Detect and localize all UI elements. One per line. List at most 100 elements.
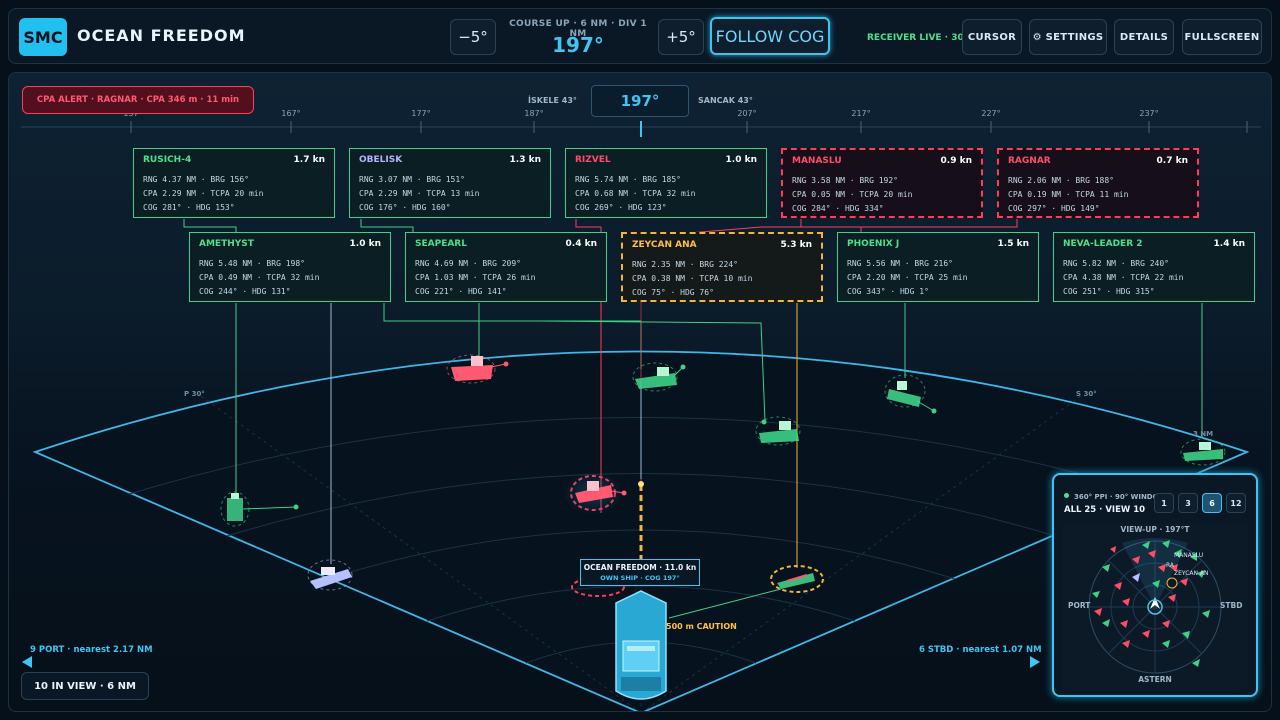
target-line: COG 221° · HDG 141° — [415, 287, 507, 296]
target-name: MANASLU — [792, 156, 842, 166]
tick-label: 237° — [1139, 109, 1159, 118]
target-speed: 1.0 kn — [349, 239, 381, 249]
target-name: OBELISK — [359, 155, 403, 165]
target-line: RNG 5.82 NM · BRG 240° — [1063, 259, 1169, 268]
receiver-status: RECEIVER LIVE · 309 — [867, 33, 971, 43]
target-line: COG 251° · HDG 315° — [1063, 287, 1155, 296]
own-ship-model — [615, 590, 667, 700]
target-line: RNG 5.74 NM · BRG 185° — [575, 175, 681, 184]
port-arrow-icon[interactable] — [22, 656, 32, 668]
top-bar: SMC OCEAN FREEDOM −5° COURSE UP · 6 NM ·… — [8, 8, 1272, 64]
own-ship-sub: OWN SHIP · COG 197° — [600, 574, 680, 582]
zoom-6-button[interactable]: 6 — [1202, 493, 1222, 513]
stbd-arrow-icon[interactable] — [1030, 656, 1040, 668]
target-card-rizvel[interactable]: RIZVEL 1.0 kn RNG 5.74 NM · BRG 185° CPA… — [565, 148, 767, 218]
target-card-neva[interactable]: NEVA-LEADER 2 1.4 kn RNG 5.82 NM · BRG 2… — [1053, 232, 1255, 302]
target-name: RAGNAR — [1008, 156, 1051, 166]
stbd-limit-label: SANCAK 43° — [698, 96, 753, 105]
zoom-12-button[interactable]: 12 — [1226, 493, 1246, 513]
mini-astern-label: ASTERN — [1138, 675, 1172, 684]
port-nearest-label: 9 PORT · nearest 2.17 NM — [30, 645, 153, 655]
target-speed: 0.4 kn — [565, 239, 597, 249]
target-speed: 5.3 kn — [780, 240, 812, 250]
target-speed: 1.3 kn — [509, 155, 541, 165]
target-line: COG 269° · HDG 123° — [575, 203, 667, 212]
own-ship-label[interactable]: OCEAN FREEDOM · 11.0 kn OWN SHIP · COG 1… — [580, 559, 700, 586]
mini-port-label: PORT — [1068, 601, 1091, 610]
target-line: RNG 2.35 NM · BRG 224° — [632, 260, 738, 269]
follow-cog-button[interactable]: FOLLOW COG — [710, 17, 830, 55]
target-line: COG 75° · HDG 76° — [632, 288, 714, 297]
mini-stbd-label: STBD — [1220, 601, 1243, 610]
target-speed: 0.9 kn — [940, 156, 972, 166]
in-view-badge: 10 IN VIEW · 6 NM — [21, 672, 149, 700]
target-card-manaslu[interactable]: MANASLU 0.9 kn RNG 3.58 NM · BRG 192° CP… — [781, 148, 983, 218]
details-button[interactable]: DETAILS — [1114, 19, 1174, 55]
target-line: COG 281° · HDG 153° — [143, 203, 235, 212]
fullscreen-button[interactable]: FULLSCREEN — [1182, 19, 1262, 55]
target-line: RNG 4.37 NM · BRG 156° — [143, 175, 249, 184]
target-line: COG 284° · HDG 334° — [792, 204, 884, 213]
target-line: RNG 4.69 NM · BRG 209° — [415, 259, 521, 268]
target-card-obelisk[interactable]: OBELISK 1.3 kn RNG 3.07 NM · BRG 151° CP… — [349, 148, 551, 218]
tick-label: 217° — [851, 109, 871, 118]
zoom-3-button[interactable]: 3 — [1178, 493, 1198, 513]
caution-label: 500 m CAUTION — [666, 622, 737, 631]
target-line: CPA 2.29 NM · TCPA 13 min — [359, 189, 480, 198]
target-card-zeycan[interactable]: ZEYCAN ANA 5.3 kn RNG 2.35 NM · BRG 224°… — [621, 232, 823, 302]
heading-readout: 197° — [552, 33, 604, 57]
rotate-plus-button[interactable]: +5° — [658, 19, 704, 55]
target-line: CPA 2.29 NM · TCPA 20 min — [143, 189, 264, 198]
zoom-1-button[interactable]: 1 — [1154, 493, 1174, 513]
settings-button[interactable]: ⚙ SETTINGS — [1029, 19, 1107, 55]
tick-label: 227° — [981, 109, 1001, 118]
target-speed: 1.5 kn — [997, 239, 1029, 249]
mini-label-ra: RA — [1166, 562, 1175, 569]
target-line: RNG 3.07 NM · BRG 151° — [359, 175, 465, 184]
port-limit-label: İSKELE 43° — [528, 96, 577, 105]
target-line: CPA 0.38 NM · TCPA 10 min — [632, 274, 753, 283]
tick-label: 207° — [737, 109, 757, 118]
target-speed: 1.7 kn — [293, 155, 325, 165]
target-speed: 0.7 kn — [1156, 156, 1188, 166]
rotate-minus-button[interactable]: −5° — [450, 19, 496, 55]
target-name: NEVA-LEADER 2 — [1063, 239, 1143, 249]
stbd-nearest-label: 6 STBD · nearest 1.07 NM — [919, 645, 1042, 655]
mini-ppi-panel[interactable]: 360° PPI · 90° WINDOW ALL 25 · VIEW 10 1… — [1052, 473, 1258, 697]
target-card-seapearl[interactable]: SEAPEARL 0.4 kn RNG 4.69 NM · BRG 209° C… — [405, 232, 607, 302]
cpa-alert-banner[interactable]: CPA ALERT · RAGNAR · CPA 346 m · 11 min — [22, 86, 254, 114]
stbd-30-label: S 30° — [1076, 390, 1097, 398]
target-line: CPA 1.03 NM · TCPA 26 min — [415, 273, 536, 282]
target-line: RNG 2.06 NM · BRG 188° — [1008, 176, 1114, 185]
mini-ppi-title: 360° PPI · 90° WINDOW — [1074, 493, 1167, 501]
target-line: RNG 5.56 NM · BRG 216° — [847, 259, 953, 268]
tick-label: 167° — [281, 109, 301, 118]
target-line: COG 343° · HDG 1° — [847, 287, 929, 296]
target-line: CPA 4.38 NM · TCPA 22 min — [1063, 273, 1184, 282]
target-name: AMETHYST — [199, 239, 254, 249]
target-name: PHOENIX J — [847, 239, 900, 249]
target-card-amethyst[interactable]: AMETHYST 1.0 kn RNG 5.48 NM · BRG 198° C… — [189, 232, 391, 302]
mini-view-up-label: VIEW-UP · 197°T — [1120, 525, 1190, 534]
live-dot-icon — [1064, 493, 1069, 498]
own-ship-name: OCEAN FREEDOM · 11.0 kn — [583, 563, 697, 572]
cursor-button[interactable]: CURSOR — [962, 19, 1022, 55]
mini-label-zeycan: ZEYCAN AN — [1174, 570, 1209, 577]
target-line: CPA 0.49 NM · TCPA 32 min — [199, 273, 320, 282]
target-name: RIZVEL — [575, 155, 611, 165]
target-card-ragnar[interactable]: RAGNAR 0.7 kn RNG 2.06 NM · BRG 188° CPA… — [997, 148, 1199, 218]
tick-label: 187° — [524, 109, 544, 118]
target-line: CPA 0.68 NM · TCPA 32 min — [575, 189, 696, 198]
target-name: RUSICH-4 — [143, 155, 192, 165]
target-speed: 1.0 kn — [725, 155, 757, 165]
target-line: RNG 5.48 NM · BRG 198° — [199, 259, 305, 268]
range-3nm-label: 3 NM — [1193, 430, 1214, 438]
smc-logo: SMC — [19, 18, 67, 56]
mini-ppi-subtitle: ALL 25 · VIEW 10 — [1064, 505, 1146, 515]
target-line: COG 176° · HDG 160° — [359, 203, 451, 212]
target-card-rusich[interactable]: RUSICH-4 1.7 kn RNG 4.37 NM · BRG 156° C… — [133, 148, 335, 218]
mini-label-manaslu: MANASLU — [1174, 552, 1203, 559]
target-card-phoenix[interactable]: PHOENIX J 1.5 kn RNG 5.56 NM · BRG 216° … — [837, 232, 1039, 302]
tick-label: 177° — [411, 109, 431, 118]
target-line: CPA 0.05 NM · TCPA 20 min — [792, 190, 913, 199]
